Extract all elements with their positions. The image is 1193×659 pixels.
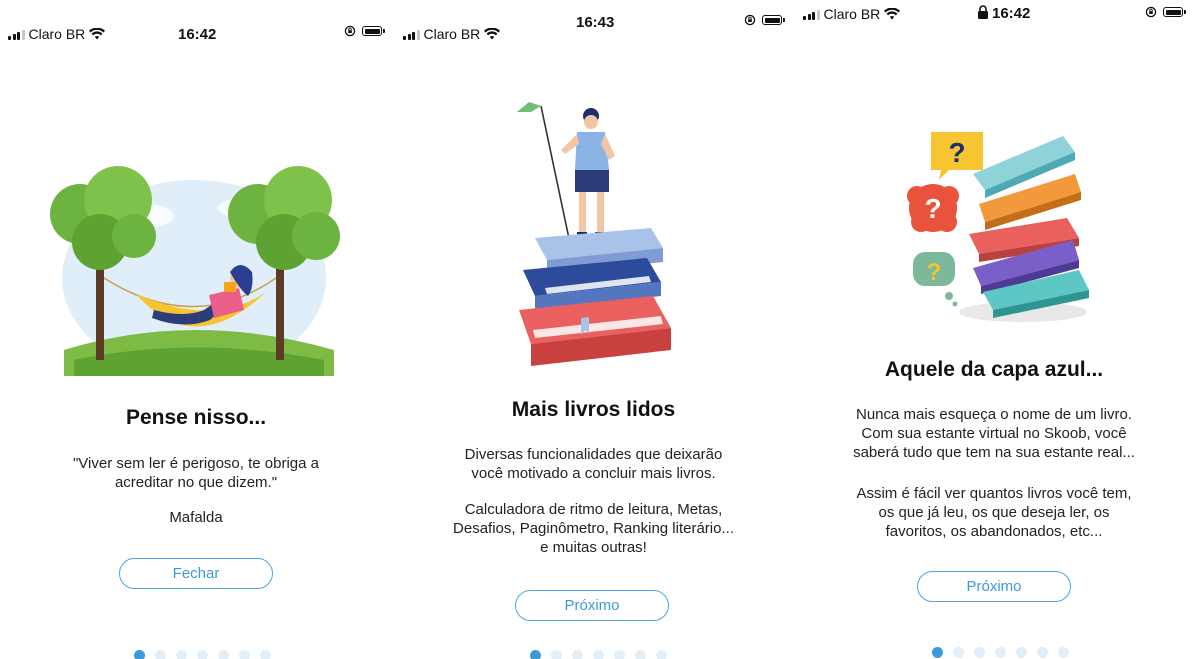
intro-paragraph: Diversas funcionalidades que deixarão vo… bbox=[395, 445, 792, 483]
page-dot[interactable] bbox=[134, 650, 145, 659]
book-stack-flag-illustration bbox=[517, 102, 671, 366]
page-indicator[interactable] bbox=[134, 650, 271, 659]
page-dot[interactable] bbox=[1016, 647, 1027, 658]
page-dot[interactable] bbox=[572, 650, 583, 659]
status-right bbox=[344, 25, 385, 37]
body-line: Nunca mais esqueça o nome de um livro. bbox=[856, 406, 1132, 423]
page-dot[interactable] bbox=[995, 647, 1006, 658]
page-dot[interactable] bbox=[155, 650, 166, 659]
body-line: Calculadora de ritmo de leitura, Metas, bbox=[464, 501, 723, 518]
lock-icon bbox=[978, 5, 988, 19]
page-dot[interactable] bbox=[530, 650, 541, 659]
page-dot[interactable] bbox=[593, 650, 604, 659]
status-carrier: Claro BR bbox=[8, 26, 106, 42]
page-indicator[interactable] bbox=[530, 650, 667, 659]
status-time: 16:43 bbox=[576, 14, 615, 31]
status-time-text: 16:42 bbox=[992, 5, 1031, 22]
status-time: 16:42 bbox=[977, 5, 1030, 22]
quote-line: acreditar no que dizem." bbox=[114, 474, 278, 491]
battery-icon bbox=[362, 26, 385, 36]
rotation-lock-icon bbox=[744, 14, 756, 26]
battery-icon bbox=[1163, 7, 1186, 17]
onboarding-screen-1: Claro BR 16:42 Pense nisso... "Viver sem… bbox=[0, 0, 392, 659]
onboarding-screen-3: Claro BR 16:42 ? ? ? Aquele da capa azul… bbox=[795, 0, 1193, 659]
rotation-lock-icon bbox=[1145, 6, 1157, 18]
page-dot[interactable] bbox=[1037, 647, 1048, 658]
wifi-icon bbox=[484, 28, 501, 40]
page-dot[interactable] bbox=[656, 650, 667, 659]
svg-text:?: ? bbox=[924, 193, 941, 224]
page-indicator[interactable] bbox=[932, 647, 1069, 658]
quote-line: "Viver sem ler é perigoso, te obriga a bbox=[72, 455, 319, 472]
details-paragraph: Assim é fácil ver quantos livros você te… bbox=[795, 484, 1193, 541]
rotation-lock-icon bbox=[344, 25, 356, 37]
body-line: saberá tudo que tem na sua estante real.… bbox=[853, 444, 1135, 461]
svg-text:?: ? bbox=[927, 259, 942, 286]
screen-title: Aquele da capa azul... bbox=[884, 358, 1104, 381]
status-right bbox=[744, 14, 785, 26]
page-dot[interactable] bbox=[551, 650, 562, 659]
status-bar: Claro BR 16:42 bbox=[0, 0, 392, 44]
battery-icon bbox=[762, 15, 785, 25]
body-line: Diversas funcionalidades que deixarão bbox=[464, 446, 723, 463]
status-bar: Claro BR 16:43 bbox=[395, 0, 792, 44]
page-dot[interactable] bbox=[932, 647, 943, 658]
page-dot[interactable] bbox=[614, 650, 625, 659]
carrier-name: Claro BR bbox=[823, 6, 881, 22]
wifi-icon bbox=[884, 8, 901, 20]
signal-bars-icon bbox=[403, 29, 420, 40]
wifi-icon bbox=[89, 28, 106, 40]
quote-text: "Viver sem ler é perigoso, te obriga a a… bbox=[0, 454, 392, 492]
page-dot[interactable] bbox=[635, 650, 646, 659]
page-dot[interactable] bbox=[260, 650, 271, 659]
page-dot[interactable] bbox=[197, 650, 208, 659]
body-line: você motivado a concluir mais livros. bbox=[471, 465, 716, 482]
signal-bars-icon bbox=[8, 29, 25, 40]
hammock-reading-illustration bbox=[50, 166, 340, 376]
status-carrier: Claro BR bbox=[803, 6, 901, 22]
body-line: e muitas outras! bbox=[540, 539, 647, 556]
page-dot[interactable] bbox=[176, 650, 187, 659]
status-right bbox=[1145, 6, 1186, 18]
body-line: favoritos, os abandonados, etc... bbox=[885, 523, 1103, 540]
status-bar: Claro BR 16:42 bbox=[795, 0, 1193, 44]
body-line: Com sua estante virtual no Skoob, você bbox=[861, 425, 1127, 442]
intro-paragraph: Nunca mais esqueça o nome de um livro. C… bbox=[795, 405, 1193, 462]
page-dot[interactable] bbox=[974, 647, 985, 658]
close-button[interactable]: Fechar bbox=[119, 558, 273, 589]
books-question-marks-illustration: ? ? ? bbox=[907, 132, 1089, 322]
next-button[interactable]: Próximo bbox=[917, 571, 1071, 602]
carrier-name: Claro BR bbox=[28, 26, 86, 42]
features-paragraph: Calculadora de ritmo de leitura, Metas, … bbox=[395, 500, 792, 557]
page-dot[interactable] bbox=[239, 650, 250, 659]
svg-text:?: ? bbox=[948, 137, 965, 168]
status-time: 16:42 bbox=[178, 26, 217, 43]
status-carrier: Claro BR bbox=[403, 26, 501, 42]
page-dot[interactable] bbox=[953, 647, 964, 658]
signal-bars-icon bbox=[803, 9, 820, 20]
screen-title: Pense nisso... bbox=[125, 406, 267, 429]
quote-attribution: Mafalda bbox=[169, 509, 223, 526]
page-dot[interactable] bbox=[218, 650, 229, 659]
body-line: Assim é fácil ver quantos livros você te… bbox=[856, 485, 1132, 502]
page-dot[interactable] bbox=[1058, 647, 1069, 658]
screen-title: Mais livros lidos bbox=[511, 398, 676, 421]
carrier-name: Claro BR bbox=[423, 26, 481, 42]
body-line: Desafios, Paginômetro, Ranking literário… bbox=[453, 520, 734, 537]
body-line: os que já leu, os que deseja ler, os bbox=[878, 504, 1110, 521]
next-button[interactable]: Próximo bbox=[515, 590, 669, 621]
onboarding-screen-2: Claro BR 16:43 Mais livros lidos Diversa… bbox=[395, 0, 792, 659]
